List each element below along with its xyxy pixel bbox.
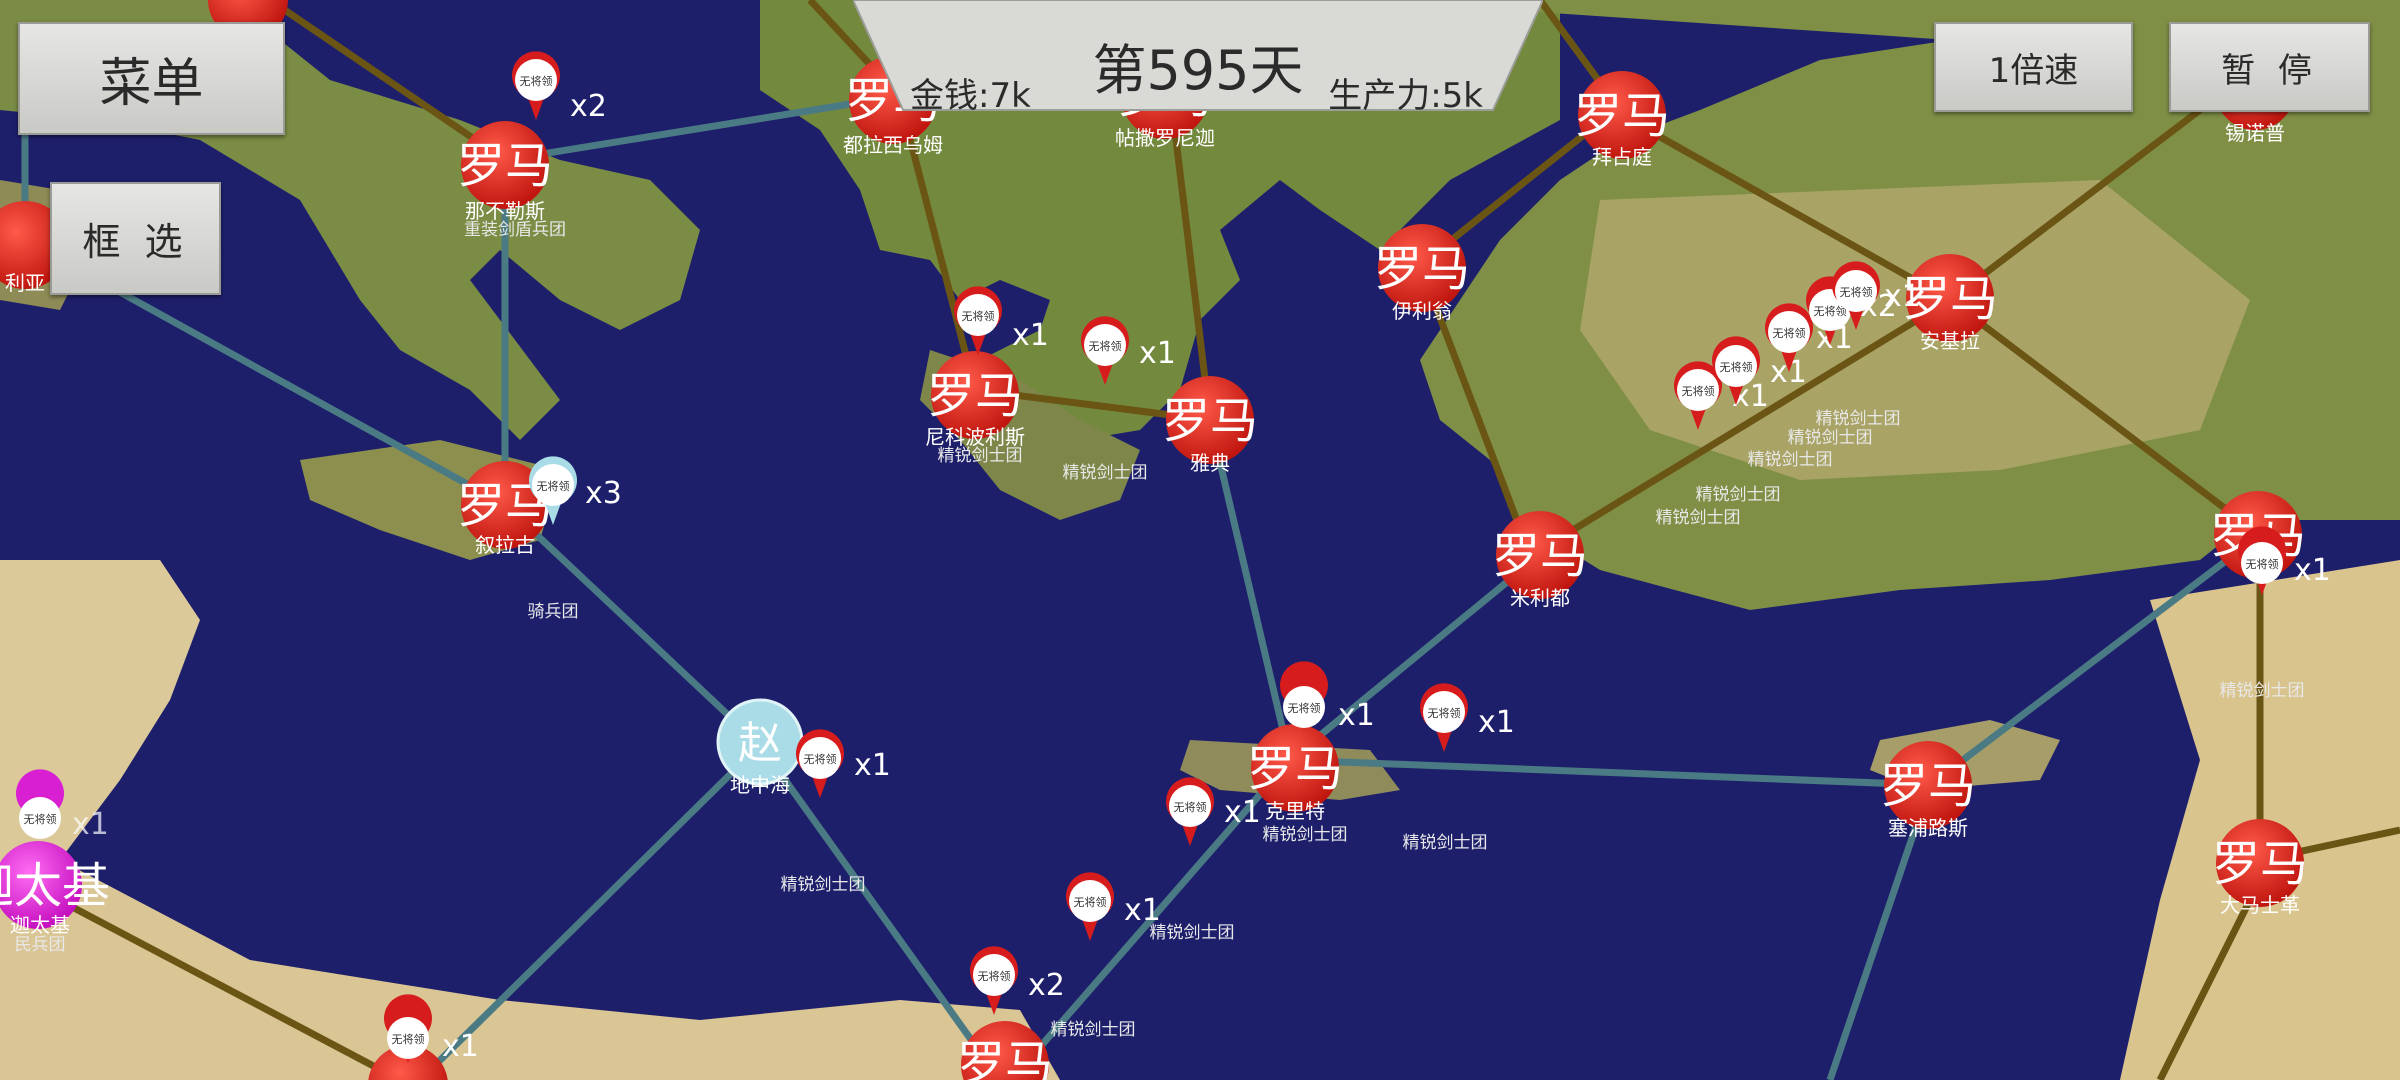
- speed-button[interactable]: 1倍速: [1934, 22, 2133, 112]
- svg-text:罗马: 罗马: [457, 138, 553, 194]
- city-crete[interactable]: 罗马 克里特 精锐剑士团: [1247, 724, 1348, 845]
- svg-text:无将领: 无将领: [1682, 385, 1715, 398]
- svg-text:无将领: 无将领: [520, 75, 553, 88]
- svg-text:无将领: 无将领: [1089, 340, 1122, 353]
- svg-text:罗马: 罗马: [927, 368, 1023, 424]
- svg-text:精锐剑士团: 精锐剑士团: [2220, 681, 2305, 701]
- city-name: 锡诺普: [2225, 121, 2285, 145]
- city-name: 伊利翁: [1392, 299, 1452, 323]
- svg-text:骑兵团: 骑兵团: [528, 602, 579, 622]
- svg-text:无将领: 无将领: [978, 970, 1011, 983]
- svg-text:罗马: 罗马: [1247, 741, 1343, 797]
- city-name: 塞浦路斯: [1888, 816, 1968, 840]
- svg-text:x1: x1: [442, 1029, 479, 1064]
- svg-text:无将领: 无将领: [1814, 305, 1847, 318]
- city-name: 米利都: [1510, 586, 1570, 610]
- svg-text:无将领: 无将领: [1074, 896, 1107, 909]
- svg-text:精锐剑士团: 精锐剑士团: [1656, 508, 1741, 528]
- svg-text:赵: 赵: [738, 718, 782, 769]
- svg-text:x1: x1: [1012, 318, 1049, 353]
- city-name: 拜占庭: [1592, 145, 1652, 169]
- city-unit: 民兵团: [15, 935, 66, 955]
- svg-text:x1: x1: [854, 748, 891, 783]
- svg-text:罗马: 罗马: [1374, 241, 1470, 297]
- svg-text:罗马: 罗马: [957, 1036, 1053, 1080]
- svg-text:罗马: 罗马: [1162, 393, 1258, 449]
- svg-text:精锐剑士团: 精锐剑士团: [781, 875, 866, 895]
- city-mediterranean[interactable]: 赵 地中海: [716, 698, 804, 797]
- svg-text:迦太基: 迦太基: [0, 858, 110, 914]
- city-name: 叙拉古: [475, 533, 535, 557]
- svg-text:精锐剑士团: 精锐剑士团: [1403, 833, 1488, 853]
- svg-text:无将领: 无将领: [392, 1033, 425, 1046]
- svg-text:罗马: 罗马: [1574, 88, 1670, 144]
- svg-text:无将领: 无将领: [1428, 707, 1461, 720]
- svg-text:无将领: 无将领: [962, 310, 995, 323]
- svg-text:精锐剑士团: 精锐剑士团: [1063, 463, 1148, 483]
- city-name: 安基拉: [1920, 329, 1980, 353]
- svg-text:精锐剑士团: 精锐剑士团: [1051, 1020, 1136, 1040]
- city-name: 都拉西乌姆: [843, 133, 943, 157]
- svg-text:x2: x2: [1028, 968, 1065, 1003]
- svg-text:精锐剑士团: 精锐剑士团: [1696, 485, 1781, 505]
- svg-text:无将领: 无将领: [1288, 702, 1321, 715]
- pause-button[interactable]: 暂 停: [2169, 22, 2370, 112]
- city-naples[interactable]: 罗马 那不勒斯 重装剑盾兵团: [457, 121, 566, 240]
- svg-text:x1: x1: [2294, 553, 2331, 588]
- world-map[interactable]: 罗马 那不勒斯 重装剑盾兵团 罗马 都拉西乌姆 罗马 帖撒罗尼迦 罗马 拜占庭 …: [0, 0, 2400, 1080]
- city-unit: 精锐剑士团: [1263, 825, 1348, 845]
- svg-text:x1: x1: [72, 807, 109, 842]
- city-name: 雅典: [1190, 451, 1230, 475]
- city-name: 大马士革: [2220, 893, 2300, 917]
- svg-text:x1: x1: [1224, 795, 1261, 830]
- svg-text:精锐剑士团: 精锐剑士团: [1788, 428, 1873, 448]
- money-counter: 金钱:7k: [910, 76, 1031, 116]
- svg-text:x1: x1: [1139, 336, 1176, 371]
- svg-text:x1: x1: [1478, 705, 1515, 740]
- svg-text:无将领: 无将领: [537, 480, 570, 493]
- svg-text:x1: x1: [1338, 698, 1375, 733]
- svg-text:精锐剑士团: 精锐剑士团: [1150, 923, 1235, 943]
- svg-text:罗马: 罗马: [2212, 836, 2308, 892]
- svg-text:无将领: 无将领: [1174, 801, 1207, 814]
- city-name: 地中海: [730, 773, 790, 797]
- svg-text:x3: x3: [585, 476, 622, 511]
- city-unit: 精锐剑士团: [938, 446, 1023, 466]
- city-nicopolis[interactable]: 罗马 尼科波利斯 精锐剑士团: [925, 351, 1025, 466]
- production-counter: 生产力:5k: [1328, 76, 1483, 116]
- svg-text:无将领: 无将领: [2246, 558, 2279, 571]
- svg-text:无将领: 无将领: [24, 813, 57, 826]
- svg-text:无将领: 无将领: [804, 753, 837, 766]
- city-name: 利亚: [5, 271, 45, 295]
- stats-panel: 第595天 金钱:7k 生产力:5k: [853, 0, 1543, 116]
- svg-text:x1: x1: [1884, 279, 1921, 314]
- svg-text:x2: x2: [570, 89, 607, 124]
- svg-text:无将领: 无将领: [1773, 327, 1806, 340]
- svg-text:精锐剑士团: 精锐剑士团: [1816, 409, 1901, 429]
- menu-button[interactable]: 菜单: [18, 22, 285, 135]
- svg-text:无将领: 无将领: [1720, 361, 1753, 374]
- svg-text:精锐剑士团: 精锐剑士团: [1748, 450, 1833, 470]
- city-name: 克里特: [1265, 799, 1325, 823]
- city-name: 帖撒罗尼迦: [1115, 126, 1215, 150]
- box-select-button[interactable]: 框 选: [50, 182, 221, 295]
- city-name: 迦太基: [10, 913, 70, 937]
- svg-text:罗马: 罗马: [1492, 528, 1588, 584]
- city-unit: 重装剑盾兵团: [464, 220, 566, 240]
- svg-text:罗马: 罗马: [1880, 758, 1976, 814]
- svg-text:无将领: 无将领: [1840, 286, 1873, 299]
